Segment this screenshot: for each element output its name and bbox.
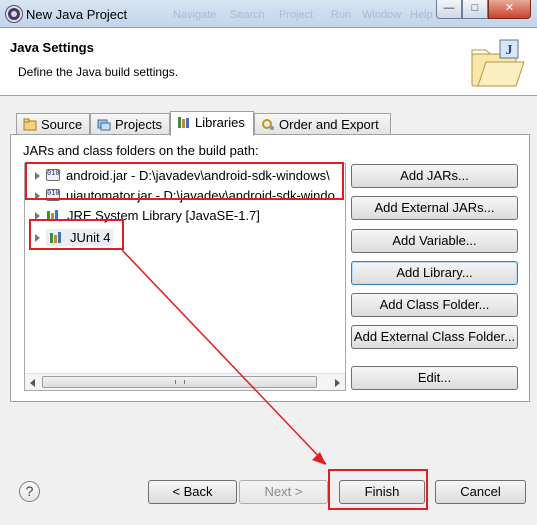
close-button[interactable]: ✕: [488, 0, 531, 19]
libraries-icon: [178, 117, 189, 128]
window-title: New Java Project: [26, 7, 128, 22]
svg-text:J: J: [506, 43, 513, 58]
tab-order-and-export[interactable]: Order and Export: [254, 113, 391, 135]
background-menu-item: Run: [331, 9, 352, 21]
tab-label: Projects: [115, 117, 162, 132]
source-folder-icon: [23, 118, 37, 131]
background-menu-item: Project: [279, 9, 314, 21]
window-controls: — □ ✕: [436, 0, 531, 20]
add-external-class-folder-button[interactable]: Add External Class Folder...: [351, 325, 518, 349]
order-export-icon: [262, 119, 274, 130]
edit-button[interactable]: Edit...: [351, 366, 518, 390]
annotation-box-jars: [25, 162, 344, 200]
next-button[interactable]: Next >: [239, 480, 328, 504]
tab-projects[interactable]: Projects: [90, 113, 170, 135]
tab-label: Source: [41, 117, 83, 132]
page-title: Java Settings: [10, 40, 94, 55]
build-path-heading: JARs and class folders on the build path…: [23, 143, 259, 158]
add-jars-button[interactable]: Add JARs...: [351, 164, 518, 188]
scroll-right-icon[interactable]: [335, 379, 340, 387]
horizontal-scrollbar[interactable]: [25, 373, 345, 390]
add-external-jars-button[interactable]: Add External JARs...: [351, 196, 518, 220]
projects-icon: [97, 119, 111, 131]
cancel-button[interactable]: Cancel: [435, 480, 526, 504]
maximize-button[interactable]: □: [462, 0, 488, 19]
tab-label: Libraries: [195, 115, 245, 130]
tab-label: Order and Export: [279, 117, 379, 132]
annotation-box-junit: [29, 219, 124, 250]
add-variable-button[interactable]: Add Variable...: [351, 229, 518, 253]
tab-libraries[interactable]: Libraries: [170, 111, 254, 136]
java-project-folder-icon: J: [471, 39, 525, 87]
help-icon[interactable]: ?: [19, 481, 40, 502]
page-description: Define the Java build settings.: [18, 65, 179, 79]
background-menu-item: Help: [410, 9, 433, 21]
background-menu-item: Window: [362, 9, 402, 21]
eclipse-icon: [6, 6, 22, 22]
background-menu-item: Navigate: [173, 9, 217, 21]
add-class-folder-button[interactable]: Add Class Folder...: [351, 293, 518, 317]
add-library-button[interactable]: Add Library...: [351, 261, 518, 285]
scrollbar-thumb[interactable]: [42, 376, 317, 388]
title-bar: New Java Project Navigate Search Project…: [0, 0, 537, 28]
annotation-box-finish: [328, 469, 428, 510]
tab-source[interactable]: Source: [16, 113, 90, 135]
scroll-left-icon[interactable]: [30, 379, 35, 387]
background-menu-item: Search: [230, 9, 265, 21]
wizard-header: Java Settings Define the Java build sett…: [0, 28, 537, 96]
back-button[interactable]: < Back: [148, 480, 237, 504]
minimize-button[interactable]: —: [436, 0, 462, 19]
